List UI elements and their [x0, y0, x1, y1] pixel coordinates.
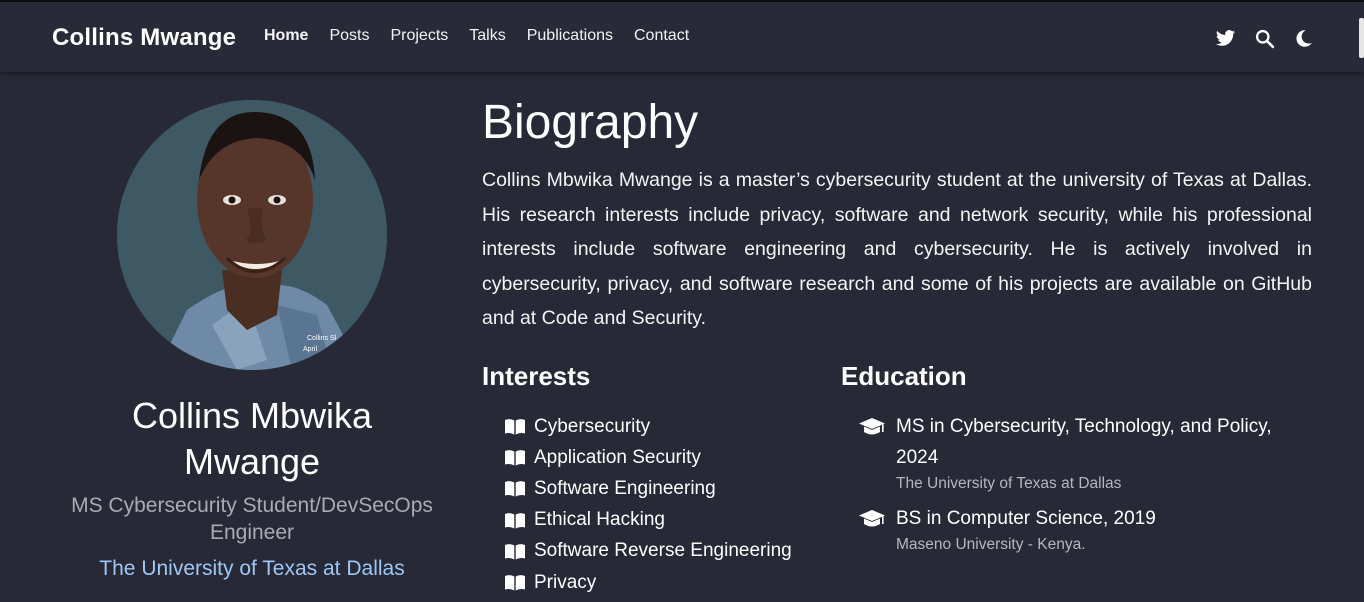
- list-item: Ethical Hacking: [504, 505, 792, 536]
- education-item: BS in Computer Science, 2019 Maseno Univ…: [858, 503, 1298, 556]
- book-icon: [505, 543, 525, 560]
- profile-photo: Collins Sl April: [117, 100, 387, 370]
- list-item: Cybersecurity: [504, 411, 792, 442]
- list-item: Privacy: [504, 567, 792, 598]
- nav-link-home[interactable]: Home: [264, 27, 308, 45]
- list-item: Software Reverse Engineering: [504, 536, 792, 567]
- nav-link-projects[interactable]: Projects: [390, 27, 448, 45]
- nav-icons: [1215, 28, 1314, 49]
- education-school: The University of Texas at Dallas: [896, 475, 1122, 492]
- profile-name: Collins Mbwika Mwange: [131, 395, 373, 482]
- interests-list: Cybersecurity Application Security Softw…: [504, 411, 792, 598]
- book-icon: [505, 512, 525, 529]
- page-title: Biography: [482, 96, 699, 149]
- top-navbar: Collins Mwange Home Posts Projects Talks…: [0, 0, 1364, 72]
- avatar: Collins Sl April: [117, 100, 387, 370]
- list-item: Software Engineering: [504, 473, 792, 504]
- nav-link-contact[interactable]: Contact: [634, 27, 689, 45]
- interest-label: Application Security: [534, 446, 701, 468]
- interest-label: Cybersecurity: [534, 415, 651, 437]
- interest-label: Privacy: [534, 571, 597, 593]
- interest-label: Software Engineering: [534, 477, 716, 499]
- moon-icon[interactable]: [1293, 28, 1314, 49]
- interest-label: Ethical Hacking: [534, 509, 665, 531]
- list-item: Application Security: [504, 442, 792, 473]
- nav-link-publications[interactable]: Publications: [527, 27, 613, 45]
- scrollbar-edge[interactable]: [1359, 18, 1364, 58]
- education-item: MS in Cybersecurity, Technology, and Pol…: [858, 411, 1298, 495]
- education-heading: Education: [841, 361, 967, 391]
- interest-label: Software Reverse Engineering: [534, 540, 792, 562]
- education-school: Maseno University - Kenya.: [896, 536, 1086, 553]
- search-icon[interactable]: [1254, 28, 1275, 49]
- book-icon: [505, 575, 525, 591]
- book-icon: [505, 450, 525, 466]
- site-brand[interactable]: Collins Mwange: [52, 24, 236, 52]
- graduation-cap-icon: [859, 510, 885, 527]
- book-icon: [505, 481, 525, 497]
- education-degree: BS in Computer Science, 2019: [896, 508, 1156, 529]
- photo-caption-date: April: [303, 346, 317, 353]
- biography-text: Collins Mbwika Mwange is a master’s cybe…: [482, 169, 1312, 330]
- profile-organization-link[interactable]: The University of Texas at Dallas: [60, 555, 444, 582]
- education-degree: MS in Cybersecurity, Technology, and Pol…: [896, 416, 1272, 468]
- photo-caption: Collins Sl: [307, 335, 337, 342]
- twitter-icon[interactable]: [1215, 28, 1236, 49]
- graduation-cap-icon: [859, 418, 885, 435]
- nav-links: Home Posts Projects Talks Publications C…: [264, 27, 710, 45]
- book-icon: [505, 419, 525, 435]
- interests-heading: Interests: [482, 361, 591, 391]
- nav-link-posts[interactable]: Posts: [329, 27, 369, 45]
- nav-link-talks[interactable]: Talks: [469, 27, 505, 45]
- profile-role: MS Cybersecurity Student/DevSecOps Engin…: [71, 494, 433, 544]
